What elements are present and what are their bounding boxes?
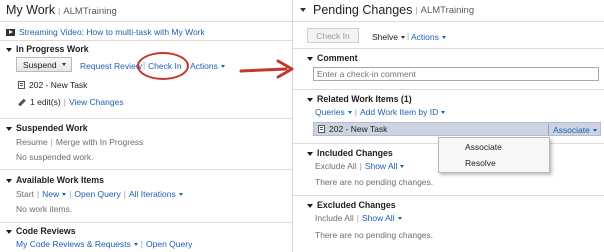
expand-triangle-icon: [307, 56, 313, 61]
comment-input[interactable]: [313, 67, 599, 81]
suspended-actions: Resume | Merge with In Progress: [16, 137, 144, 147]
request-review-link[interactable]: Request Review: [80, 61, 142, 71]
expand-triangle-icon: [6, 47, 12, 52]
related-actions: Queries | Add Work Item by ID: [315, 107, 446, 117]
code-reviews-section-title[interactable]: Code Reviews: [6, 226, 76, 236]
actions-menu[interactable]: Actions: [411, 32, 446, 42]
expand-triangle-icon: [6, 126, 12, 131]
page-title: My Work: [6, 3, 56, 17]
suspended-empty-text: No suspended work.: [16, 152, 94, 162]
video-link-row: Streaming Video: How to multi-task with …: [6, 27, 205, 37]
chevron-down-icon: [592, 129, 597, 133]
menu-item-associate[interactable]: Associate: [465, 142, 502, 152]
resume-link[interactable]: Resume: [16, 137, 48, 147]
queries-menu[interactable]: Queries: [315, 107, 352, 117]
associate-dropdown[interactable]: Associate: [553, 125, 597, 135]
include-all-link[interactable]: Include All: [315, 213, 354, 223]
expand-triangle-icon: [307, 203, 313, 208]
view-changes-link[interactable]: View Changes: [69, 97, 124, 107]
edits-row: 1 edit(s) | View Changes: [18, 97, 124, 107]
video-link[interactable]: Streaming Video: How to multi-task with …: [19, 27, 205, 37]
associate-dropdown-menu: Associate Resolve: [438, 137, 550, 173]
page-subtitle: ALMTraining: [63, 6, 117, 17]
task-icon: [318, 125, 325, 133]
available-empty-text: No work items.: [16, 204, 73, 214]
chevron-down-icon: [178, 193, 183, 197]
edits-count: 1 edit(s): [30, 97, 61, 107]
expand-triangle-icon: [307, 151, 313, 156]
show-all-menu[interactable]: Show All: [365, 161, 405, 171]
chevron-down-icon: [220, 65, 225, 69]
chevron-down-icon: [397, 217, 402, 221]
menu-item-resolve[interactable]: Resolve: [465, 158, 496, 168]
page-subtitle: ALMTraining: [420, 4, 475, 16]
excluded-empty-text: There are no pending changes.: [315, 230, 434, 240]
video-icon: [6, 28, 15, 36]
exclude-all-link[interactable]: Exclude All: [315, 161, 357, 171]
in-progress-section-title[interactable]: In Progress Work: [6, 44, 89, 54]
start-link[interactable]: Start: [16, 189, 34, 199]
suspend-button[interactable]: Suspend: [16, 57, 72, 72]
check-in-button[interactable]: Check In: [307, 28, 359, 43]
my-work-pane: My Work | ALMTraining Streaming Video: How…: [0, 0, 292, 252]
open-query-link[interactable]: Open Query: [146, 239, 192, 249]
shelve-menu[interactable]: Shelve: [372, 32, 405, 42]
excluded-section-title[interactable]: Excluded Changes: [307, 200, 396, 210]
actions-menu[interactable]: Actions: [190, 61, 225, 71]
available-section-title[interactable]: Available Work Items: [6, 175, 104, 185]
new-menu[interactable]: New: [42, 189, 67, 199]
comment-section-title[interactable]: Comment: [307, 53, 358, 63]
my-work-header: My Work | ALMTraining: [6, 3, 117, 17]
dropdown-caret-icon: [62, 63, 66, 66]
task-label: 202 - New Task: [29, 80, 88, 90]
add-work-item-by-id-link[interactable]: Add Work Item by ID: [360, 107, 446, 117]
chevron-down-icon: [62, 193, 67, 197]
included-actions: Exclude All | Show All: [315, 161, 405, 171]
related-section-title[interactable]: Related Work Items (1): [307, 94, 412, 104]
suspended-section-title[interactable]: Suspended Work: [6, 123, 88, 133]
task-icon: [18, 81, 25, 89]
code-reviews-actions: My Code Reviews & Requests | Open Query: [16, 239, 193, 249]
all-iterations-menu[interactable]: All Iterations: [129, 189, 183, 199]
included-section-title[interactable]: Included Changes: [307, 148, 393, 158]
pending-changes-pane: Pending Changes | ALMTraining Check In She…: [293, 0, 604, 252]
annotation-ellipse: [137, 52, 189, 80]
work-item-label: 202 - New Task: [329, 124, 388, 134]
chevron-down-icon: [347, 111, 352, 115]
included-empty-text: There are no pending changes.: [315, 177, 434, 187]
task-row[interactable]: 202 - New Task: [18, 80, 87, 90]
chevron-down-icon: [401, 36, 405, 40]
chevron-down-icon: [441, 111, 446, 115]
available-actions: Start | New | Open Query | All Iterations: [16, 189, 183, 199]
expand-triangle-icon: [6, 229, 12, 234]
show-all-menu[interactable]: Show All: [362, 213, 402, 223]
chevron-down-icon: [133, 243, 138, 247]
pending-changes-header: Pending Changes | ALMTraining: [300, 3, 474, 17]
my-code-reviews-menu[interactable]: My Code Reviews & Requests: [16, 239, 138, 249]
collapse-arrow-icon[interactable]: [300, 8, 306, 12]
chevron-down-icon: [441, 36, 446, 40]
excluded-actions: Include All | Show All: [315, 213, 402, 223]
expand-triangle-icon: [307, 97, 313, 102]
merge-link[interactable]: Merge with In Progress: [56, 137, 143, 147]
chevron-down-icon: [400, 165, 405, 169]
pencil-icon: [18, 98, 26, 106]
related-work-item-row[interactable]: 202 - New Task Associate: [313, 122, 601, 136]
open-query-link[interactable]: Open Query: [74, 189, 120, 199]
page-title: Pending Changes: [313, 3, 413, 17]
expand-triangle-icon: [6, 178, 12, 183]
